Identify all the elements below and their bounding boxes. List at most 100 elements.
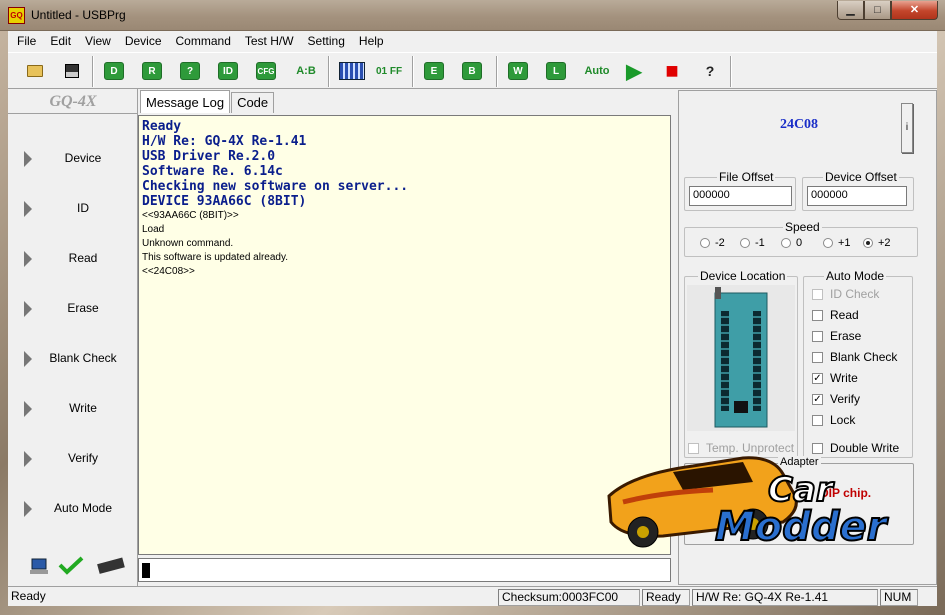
radio-circle [781,238,791,248]
device-info-button[interactable]: i [901,103,913,153]
sidebar-item-label: Device [64,151,102,165]
stop-button[interactable]: ■ [658,57,686,85]
run-icon: ▶ [626,60,642,83]
menu-view[interactable]: View [78,31,118,52]
fill-button[interactable]: 01 FF [372,57,406,85]
sidebar-item-label: Verify [67,451,98,465]
sidebar-item-device[interactable]: Device [8,144,138,174]
checkbox-box [812,288,823,300]
device-location-label: Device Location [698,269,788,283]
file-offset-input[interactable]: 000000 [689,186,792,206]
checkbox-label: Erase [830,329,862,343]
tab-message-log[interactable]: Message Log [140,90,231,113]
blank-button[interactable]: B [458,57,486,85]
auto-write-checkbox[interactable]: ✓ Write [812,371,858,385]
calculator-button[interactable] [336,57,368,85]
compare-button[interactable]: A:B [290,57,322,85]
device-offset-input[interactable]: 000000 [807,186,907,206]
auto-read-checkbox[interactable]: Read [812,308,859,322]
radio-circle [740,238,750,248]
erase-chip-icon: E [424,62,444,80]
speed-option-label: -1 [755,237,765,249]
window-title: Untitled - USBPrg [31,8,126,22]
menu-device[interactable]: Device [118,31,169,52]
speed-option-label: +1 [838,237,851,249]
checkbox-label: Blank Check [830,350,898,364]
check-icon: ✓ [812,393,823,405]
tab-code[interactable]: Code [231,92,275,113]
device-name: 24C08 [779,117,819,132]
verify-button[interactable]: ? [176,57,204,85]
toolbar-separator [730,56,732,87]
menu-help[interactable]: Help [352,31,391,52]
open-button[interactable] [21,57,49,85]
auto-blank-check-checkbox[interactable]: Blank Check [812,350,897,364]
speed-radio-minus2[interactable]: -2 [700,237,725,249]
speed-radio-plus1[interactable]: +1 [823,237,851,249]
minimize-button[interactable]: ▁ [837,1,864,20]
message-log[interactable]: Ready H/W Re: GQ-4X Re-1.41 USB Driver R… [138,115,671,555]
connection-status [30,555,130,577]
cfg-button[interactable]: CFG [252,57,280,85]
log-line: DEVICE 93AA66C (8BIT) [142,194,307,209]
tab-strip: Message Log Code [140,90,275,114]
menu-command[interactable]: Command [169,31,238,52]
write-chip-icon: W [508,62,528,80]
auto-erase-checkbox[interactable]: Erase [812,329,861,343]
sidebar-item-verify[interactable]: Verify [8,444,138,474]
status-checksum: Checksum:0003FC00 [498,589,640,606]
toolbar: D R ? ID CFG A:B 01 FF E B W L Auto ▶ ■ … [8,52,937,89]
log-line: Unknown command. [142,238,234,249]
auto-lock-checkbox[interactable]: Lock [812,413,855,427]
id-button[interactable]: ID [214,57,242,85]
app-icon[interactable]: GQ [8,7,25,24]
zif-socket-icon [687,285,795,431]
speed-radio-minus1[interactable]: -1 [740,237,765,249]
auto-id-check-checkbox[interactable]: ID Check [812,287,879,301]
close-button[interactable]: ✕ [891,1,938,20]
menu-setting[interactable]: Setting [301,31,352,52]
save-button[interactable] [58,57,86,85]
sidebar-item-id[interactable]: ID [8,194,138,224]
menu-edit[interactable]: Edit [43,31,78,52]
sidebar-item-blank-check[interactable]: Blank Check [8,344,138,374]
window-controls: ▁ □ ✕ [837,1,938,21]
device-button[interactable]: D [100,57,128,85]
sidebar-item-auto-mode[interactable]: Auto Mode [8,494,138,524]
checkbox-label: ID Check [830,287,880,301]
auto-verify-checkbox[interactable]: ✓ Verify [812,392,860,406]
speed-radio-0[interactable]: 0 [781,237,802,249]
sidebar-item-read[interactable]: Read [8,244,138,274]
auto-button[interactable]: Auto [580,57,614,85]
read-button[interactable]: R [138,57,166,85]
menu-test-hw[interactable]: Test H/W [238,31,301,52]
open-icon [27,65,43,77]
lock-chip-icon: L [546,62,566,80]
play-triangle-icon [24,251,32,267]
command-input[interactable] [138,558,671,582]
sidebar-item-label: Write [69,401,97,415]
erase-button[interactable]: E [420,57,448,85]
check-icon: ✓ [812,372,823,384]
checkbox-box [812,351,823,363]
id-chip-icon: ID [218,62,238,80]
toolbar-separator [328,56,330,87]
menu-file[interactable]: File [10,31,43,52]
carmodder-watermark: Car Modder [603,452,925,560]
connection-status-icons [30,556,125,575]
lock-button[interactable]: L [542,57,570,85]
write-button[interactable]: W [504,57,532,85]
run-button[interactable]: ▶ [620,57,648,85]
maximize-button[interactable]: □ [864,1,891,20]
speed-radio-plus2[interactable]: +2 [863,237,891,249]
radio-circle [823,238,833,248]
blank-chip-icon: B [462,62,482,80]
status-hw: H/W Re: GQ-4X Re-1.41 [692,589,878,606]
log-line: <<93AA66C (8BIT)>> [142,210,239,221]
sidebar-item-erase[interactable]: Erase [8,294,138,324]
status-bar: Ready Checksum:0003FC00 Ready H/W Re: GQ… [8,586,937,606]
help-button[interactable]: ? [696,57,724,85]
log-line: USB Driver Re.2.0 [142,149,276,164]
sidebar-item-write[interactable]: Write [8,394,138,424]
title-bar[interactable]: GQ Untitled - USBPrg ▁ □ ✕ [0,0,945,31]
